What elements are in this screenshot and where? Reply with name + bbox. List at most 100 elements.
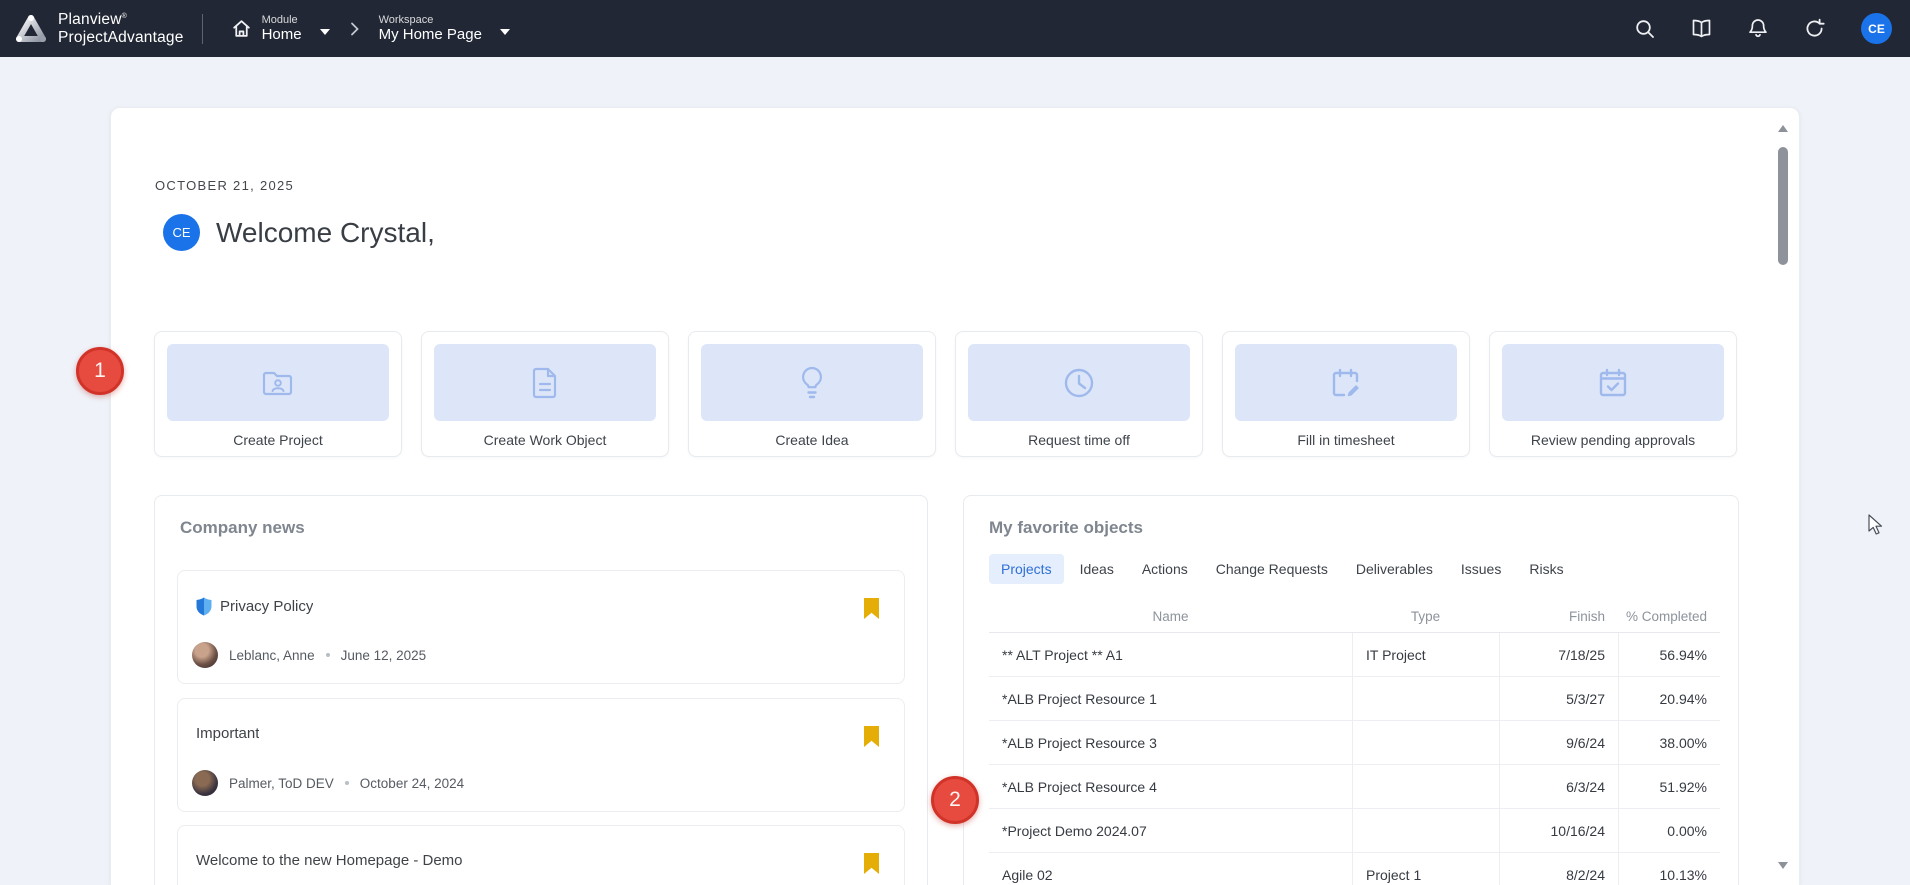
today-date: OCTOBER 21, 2025 (155, 178, 294, 193)
cell-type (1352, 721, 1499, 764)
tab-change-requests[interactable]: Change Requests (1204, 554, 1340, 584)
cell-finish: 8/2/24 (1499, 853, 1618, 885)
table-header-row: Name Type Finish % Completed (989, 600, 1720, 633)
tab-risks[interactable]: Risks (1517, 554, 1575, 584)
scroll-up-icon[interactable] (1777, 124, 1789, 134)
chevron-down-icon (320, 29, 330, 35)
table-row[interactable]: *ALB Project Resource 1 5/3/27 20.94% (989, 677, 1720, 721)
company-news-panel: Company news Privacy Policy Leblanc, Ann… (154, 495, 928, 885)
news-item-privacy-policy[interactable]: Privacy Policy Leblanc, Anne June 12, 20… (177, 570, 905, 684)
module-label: Module (262, 14, 302, 27)
favorite-objects-title: My favorite objects (989, 518, 1143, 538)
search-button[interactable] (1635, 19, 1655, 39)
favorite-objects-panel: My favorite objects Projects Ideas Actio… (963, 495, 1739, 885)
bookmark-icon[interactable] (864, 853, 879, 874)
module-value: Home (262, 26, 302, 43)
action-label: Create Project (167, 432, 389, 448)
create-work-object-card[interactable]: Create Work Object (421, 331, 669, 457)
column-header-type[interactable]: Type (1352, 600, 1499, 632)
news-item-welcome-homepage[interactable]: Welcome to the new Homepage - Demo (177, 825, 905, 885)
cell-name: ** ALT Project ** A1 (989, 633, 1352, 676)
calendar-edit-icon (1330, 367, 1362, 399)
notifications-button[interactable] (1748, 18, 1768, 39)
create-project-card[interactable]: Create Project (154, 331, 402, 457)
cell-name: Agile 02 (989, 853, 1352, 885)
table-row[interactable]: *ALB Project Resource 4 6/3/24 51.92% (989, 765, 1720, 809)
action-label: Fill in timesheet (1235, 432, 1457, 448)
folder-user-icon (261, 369, 295, 397)
news-date: October 24, 2024 (360, 776, 464, 791)
workspace-label: Workspace (379, 14, 482, 27)
cell-completed: 0.00% (1618, 809, 1720, 852)
author-name: Leblanc, Anne (229, 648, 315, 663)
planview-brand[interactable]: Planview® ProjectAdvantage (0, 11, 202, 46)
tab-projects[interactable]: Projects (989, 554, 1064, 584)
fill-in-timesheet-card[interactable]: Fill in timesheet (1222, 331, 1470, 457)
dot-separator (345, 781, 349, 785)
table-row[interactable]: *ALB Project Resource 3 9/6/24 38.00% (989, 721, 1720, 765)
column-header-name[interactable]: Name (989, 600, 1352, 632)
tab-issues[interactable]: Issues (1449, 554, 1513, 584)
cell-name: *ALB Project Resource 3 (989, 721, 1352, 764)
request-time-off-card[interactable]: Request time off (955, 331, 1203, 457)
cell-completed: 51.92% (1618, 765, 1720, 808)
cell-finish: 10/16/24 (1499, 809, 1618, 852)
cell-finish: 7/18/25 (1499, 633, 1618, 676)
calendar-check-icon (1597, 367, 1629, 399)
company-news-title: Company news (180, 518, 305, 538)
clock-icon (1063, 367, 1095, 399)
user-avatar[interactable]: CE (1861, 13, 1892, 44)
help-docs-button[interactable] (1691, 19, 1712, 38)
table-row[interactable]: ** ALT Project ** A1 IT Project 7/18/25 … (989, 633, 1720, 677)
workspace-switcher[interactable]: Workspace My Home Page (373, 10, 516, 48)
brand-line-2: ProjectAdvantage (58, 29, 184, 46)
scrollbar-thumb[interactable] (1778, 147, 1788, 265)
column-header-finish[interactable]: Finish (1499, 600, 1618, 632)
action-label: Request time off (968, 432, 1190, 448)
search-icon (1635, 19, 1655, 39)
brand-line-1: Planview® (58, 11, 184, 28)
planview-triangle-icon (14, 13, 48, 45)
quick-actions-row: Create Project Create Work Object (154, 331, 1737, 457)
column-header-completed[interactable]: % Completed (1618, 600, 1720, 632)
tab-actions[interactable]: Actions (1130, 554, 1200, 584)
book-icon (1691, 19, 1712, 38)
tab-ideas[interactable]: Ideas (1068, 554, 1126, 584)
cell-name: *Project Demo 2024.07 (989, 809, 1352, 852)
tab-deliverables[interactable]: Deliverables (1344, 554, 1445, 584)
author-name: Palmer, ToD DEV (229, 776, 334, 791)
cell-finish: 5/3/27 (1499, 677, 1618, 720)
refresh-icon (1804, 18, 1825, 39)
dot-separator (326, 653, 330, 657)
vertical-scrollbar[interactable] (1775, 114, 1791, 879)
bookmark-icon[interactable] (864, 598, 879, 619)
action-label: Review pending approvals (1502, 432, 1724, 448)
cell-name: *ALB Project Resource 1 (989, 677, 1352, 720)
avatar: CE (163, 214, 200, 251)
author-avatar (192, 770, 218, 796)
mouse-cursor (1868, 514, 1888, 536)
module-switcher[interactable]: Module Home (225, 10, 336, 48)
cell-completed: 10.13% (1618, 853, 1720, 885)
annotation-badge-2: 2 (931, 776, 979, 824)
chevron-down-icon (500, 29, 510, 35)
cell-finish: 6/3/24 (1499, 765, 1618, 808)
cell-completed: 56.94% (1618, 633, 1720, 676)
author-avatar (192, 642, 218, 668)
cell-completed: 38.00% (1618, 721, 1720, 764)
scroll-down-icon[interactable] (1777, 860, 1789, 870)
favorites-table: Name Type Finish % Completed ** ALT Proj… (989, 600, 1720, 885)
table-row[interactable]: Agile 02 Project 1 8/2/24 10.13% (989, 853, 1720, 885)
review-pending-approvals-card[interactable]: Review pending approvals (1489, 331, 1737, 457)
cell-type: Project 1 (1352, 853, 1499, 885)
cell-type (1352, 765, 1499, 808)
create-idea-card[interactable]: Create Idea (688, 331, 936, 457)
page-title: Welcome Crystal, (216, 217, 435, 249)
workspace-value: My Home Page (379, 26, 482, 43)
bookmark-icon[interactable] (864, 726, 879, 747)
home-page-card: OCTOBER 21, 2025 CE Welcome Crystal, Cre… (110, 107, 1800, 885)
table-row[interactable]: *Project Demo 2024.07 10/16/24 0.00% (989, 809, 1720, 853)
action-label: Create Work Object (434, 432, 656, 448)
news-item-important[interactable]: Important Palmer, ToD DEV October 24, 20… (177, 698, 905, 812)
refresh-button[interactable] (1804, 18, 1825, 39)
